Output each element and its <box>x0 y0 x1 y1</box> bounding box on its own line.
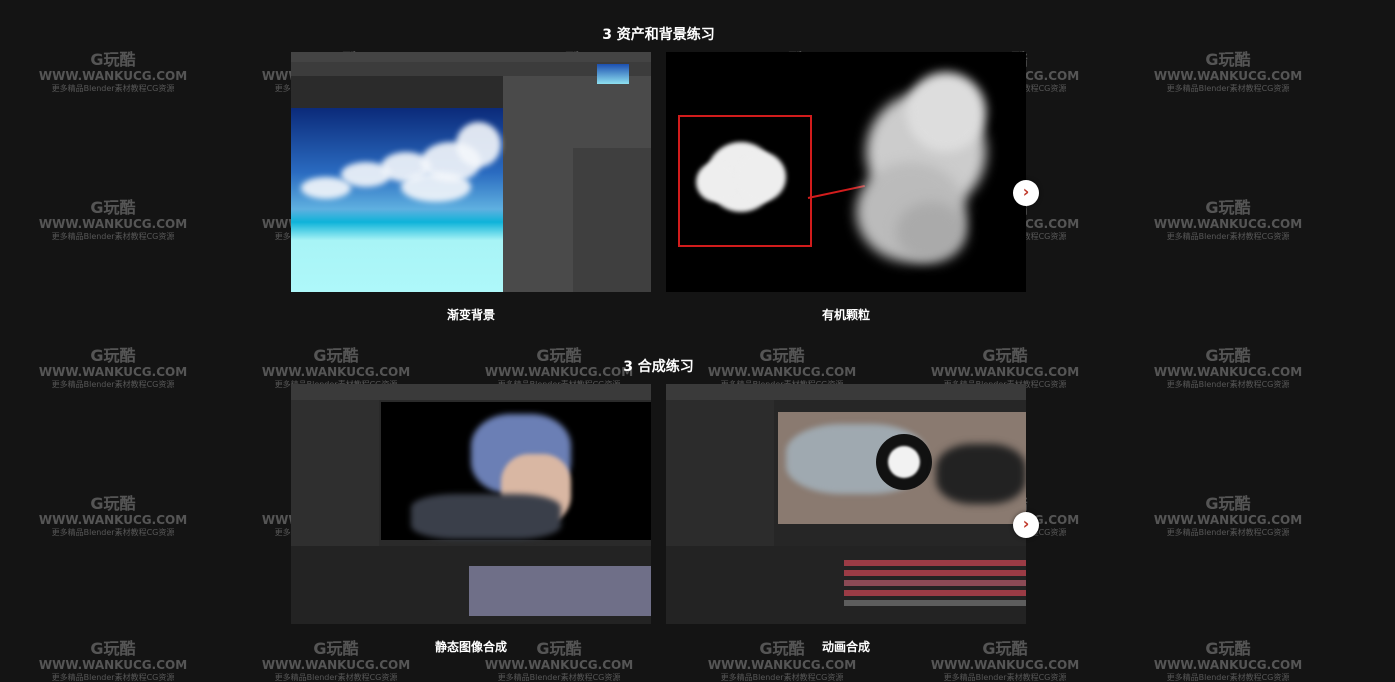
watermark-tagline: 更多精品Blender素材教程CG资源 <box>274 672 398 682</box>
watermark-url: WWW.WANKUCG.COM <box>1153 513 1303 528</box>
watermark-tagline: 更多精品Blender素材教程CG资源 <box>1166 83 1290 93</box>
watermark-tagline: 更多精品Blender素材教程CG资源 <box>51 83 175 93</box>
card-organic-particles[interactable]: 有机颗粒 <box>666 52 1026 323</box>
watermark-url: WWW.WANKUCG.COM <box>38 658 188 673</box>
watermark-tagline: 更多精品Blender素材教程CG资源 <box>943 672 1067 682</box>
watermark-tagline: 更多精品Blender素材教程CG资源 <box>1166 527 1290 537</box>
watermark-tagline: 更多精品Blender素材教程CG资源 <box>1166 231 1290 241</box>
watermark-url: WWW.WANKUCG.COM <box>930 658 1080 673</box>
watermark: G玩酷WWW.WANKUCG.COM更多精品Blender素材教程CG资源 <box>1148 50 1308 93</box>
watermark-url: WWW.WANKUCG.COM <box>484 658 634 673</box>
watermark: G玩酷WWW.WANKUCG.COM更多精品Blender素材教程CG资源 <box>1148 639 1308 682</box>
watermark-tagline: 更多精品Blender素材教程CG资源 <box>497 672 621 682</box>
thumbnail-animation-compositing[interactable] <box>666 384 1026 624</box>
next-arrow-button-row1[interactable]: › <box>1013 180 1039 206</box>
watermark-url: WWW.WANKUCG.COM <box>38 217 188 232</box>
watermark-tagline: 更多精品Blender素材教程CG资源 <box>51 231 175 241</box>
thumbnail-still-image-compositing[interactable] <box>291 384 651 624</box>
watermark-tagline: 更多精品Blender素材教程CG资源 <box>51 672 175 682</box>
watermark-logo: G玩酷 <box>1205 50 1251 69</box>
watermark-logo: G玩酷 <box>1205 198 1251 217</box>
watermark: G玩酷WWW.WANKUCG.COM更多精品Blender素材教程CG资源 <box>33 198 193 241</box>
watermark: G玩酷WWW.WANKUCG.COM更多精品Blender素材教程CG资源 <box>33 50 193 93</box>
section-title-assets: 3 资产和背景练习 <box>602 27 715 43</box>
watermark-url: WWW.WANKUCG.COM <box>38 69 188 84</box>
watermark-tagline: 更多精品Blender素材教程CG资源 <box>51 527 175 537</box>
watermark-logo: G玩酷 <box>90 198 136 217</box>
watermark-logo: G玩酷 <box>90 50 136 69</box>
watermark-tagline: 更多精品Blender素材教程CG资源 <box>1166 379 1290 389</box>
watermark-logo: G玩酷 <box>1205 639 1251 658</box>
watermark: G玩酷WWW.WANKUCG.COM更多精品Blender素材教程CG资源 <box>1148 494 1308 537</box>
watermark-tagline: 更多精品Blender素材教程CG资源 <box>51 379 175 389</box>
watermark-tagline: 更多精品Blender素材教程CG资源 <box>720 672 844 682</box>
thumbnail-gradient-background[interactable] <box>291 52 651 292</box>
next-arrow-button-row2[interactable]: › <box>1013 512 1039 538</box>
timeline-panel <box>291 546 651 624</box>
watermark-url: WWW.WANKUCG.COM <box>1153 69 1303 84</box>
caption-animation-compositing: 动画合成 <box>821 640 870 654</box>
timeline-panel <box>666 546 1026 624</box>
card-still-image-compositing[interactable]: 静态图像合成 <box>291 384 651 655</box>
section-title-compositing: 3 合成练习 <box>623 359 694 375</box>
caption-still-image-compositing: 静态图像合成 <box>434 640 507 654</box>
watermark-logo: G玩酷 <box>1205 494 1251 513</box>
watermark-logo: G玩酷 <box>90 639 136 658</box>
caption-organic-particles: 有机颗粒 <box>821 308 870 322</box>
card-animation-compositing[interactable]: 动画合成 <box>666 384 1026 655</box>
watermark: G玩酷WWW.WANKUCG.COM更多精品Blender素材教程CG资源 <box>33 494 193 537</box>
watermark-logo: G玩酷 <box>90 494 136 513</box>
card-gradient-background[interactable]: 渐变背景 <box>291 52 651 323</box>
thumbnail-organic-particles[interactable] <box>666 52 1026 292</box>
watermark: G玩酷WWW.WANKUCG.COM更多精品Blender素材教程CG资源 <box>1148 198 1308 241</box>
caption-gradient-background: 渐变背景 <box>446 308 495 322</box>
watermark-url: WWW.WANKUCG.COM <box>38 513 188 528</box>
watermark-url: WWW.WANKUCG.COM <box>1153 658 1303 673</box>
watermark-tagline: 更多精品Blender素材教程CG资源 <box>1166 672 1290 682</box>
watermark-url: WWW.WANKUCG.COM <box>1153 217 1303 232</box>
watermark-url: WWW.WANKUCG.COM <box>261 658 411 673</box>
watermark: G玩酷WWW.WANKUCG.COM更多精品Blender素材教程CG资源 <box>33 639 193 682</box>
watermark-url: WWW.WANKUCG.COM <box>707 658 857 673</box>
